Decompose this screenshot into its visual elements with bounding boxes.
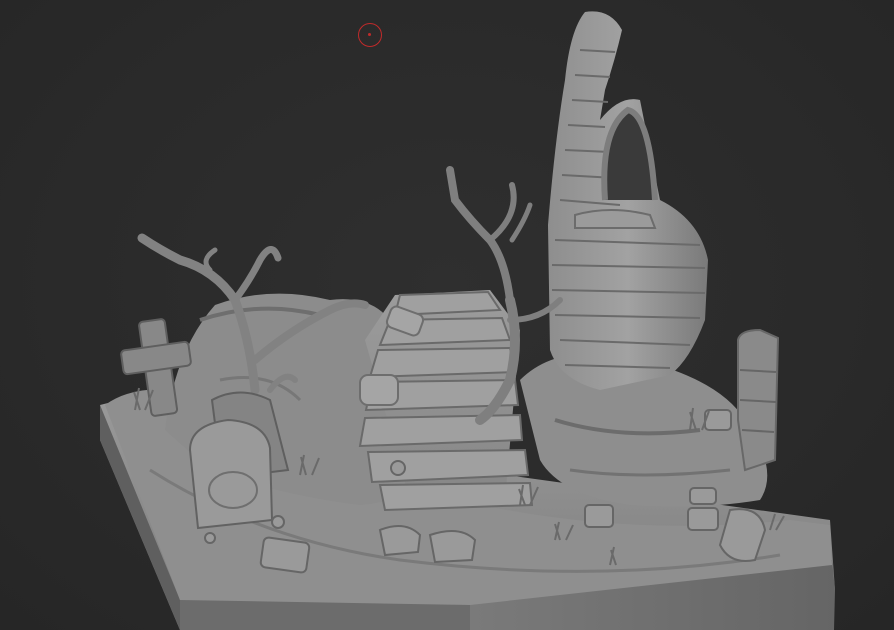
diorama-sculpt-model[interactable] xyxy=(0,0,894,630)
stone-staircase xyxy=(358,290,534,512)
ruined-tower-with-arch xyxy=(548,11,708,391)
circle-brush-cursor-icon[interactable] xyxy=(358,23,382,47)
stone-pillar-right xyxy=(737,328,780,472)
sculpt-viewport[interactable] xyxy=(0,0,894,630)
